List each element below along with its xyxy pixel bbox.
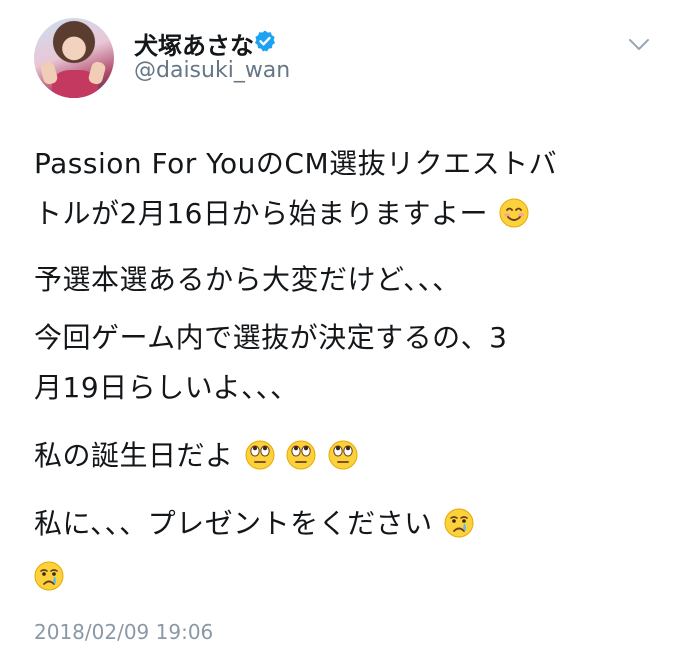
crying-face-icon — [34, 561, 64, 591]
crying-face-icon — [444, 508, 474, 538]
chevron-down-icon[interactable] — [628, 38, 650, 52]
tweet-line-text: 予選本選あるから大変だけど、、、 — [34, 263, 461, 296]
tweet-line-3: 予選本選あるから大変だけど、、、 — [34, 258, 461, 298]
avatar-hand-left — [39, 60, 59, 86]
tweet-timestamp[interactable]: 2018/02/09 19:06 — [34, 620, 213, 644]
user-handle[interactable]: @daisuki_wan — [134, 58, 290, 83]
display-name[interactable]: 犬塚あさな — [134, 26, 254, 61]
avatar-hand-right — [87, 60, 107, 86]
user-avatar[interactable] — [34, 18, 114, 98]
smiling-face-icon — [499, 198, 529, 228]
tweet-line-6: 私の誕生日だよ — [34, 434, 358, 474]
tweet-line-5: 月19日らしいよ、、、 — [34, 366, 299, 406]
tweet-line-text: 月19日らしいよ、、、 — [34, 371, 299, 404]
tweet-line-7: 私に、、、プレゼントをください — [34, 502, 474, 542]
tweet-line-1: Passion For YouのCM選抜リクエストバ — [34, 142, 557, 182]
verified-badge-icon — [255, 30, 275, 52]
tweet-line-text: 今回ゲーム内で選抜が決定するの、3 — [34, 321, 508, 354]
tweet-line-text: トルが2月16日から始まりますよー — [34, 197, 488, 230]
tweet-line-2: トルが2月16日から始まりますよー — [34, 192, 529, 232]
tweet-line-text: Passion For YouのCM選抜リクエストバ — [34, 147, 558, 180]
rolling-eyes-icon — [286, 440, 316, 470]
tweet-line-text: 私に、、、プレゼントをください — [34, 507, 433, 540]
tweet-line-4: 今回ゲーム内で選抜が決定するの、3 — [34, 316, 507, 356]
rolling-eyes-icon — [328, 440, 358, 470]
rolling-eyes-icon — [245, 440, 275, 470]
tweet-line-text: 私の誕生日だよ — [34, 439, 234, 472]
tweet-line-8 — [34, 560, 64, 593]
